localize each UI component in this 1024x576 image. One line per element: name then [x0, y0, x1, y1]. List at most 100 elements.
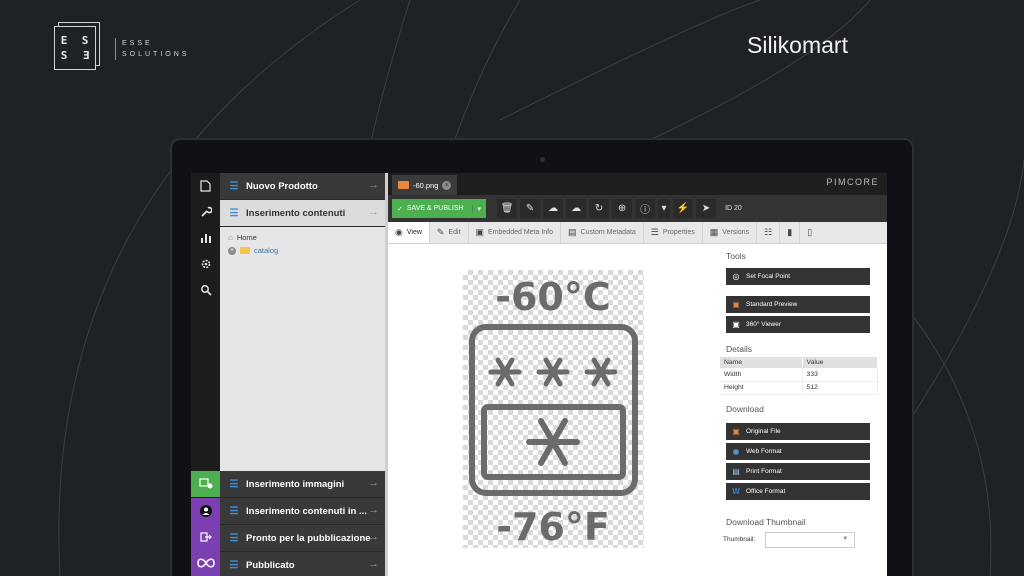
- tab-label: Custom Metadata: [580, 229, 636, 236]
- image-preview[interactable]: -60°C -76°F: [463, 270, 644, 549]
- user-icon[interactable]: [191, 498, 220, 524]
- company-logo: E S S E: [54, 22, 100, 70]
- tools-heading: Tools: [726, 251, 746, 261]
- button-label: Original File: [746, 427, 781, 435]
- arrow-right-icon: →: [368, 558, 379, 570]
- button-label: Web Format: [746, 447, 782, 455]
- tab-label: Properties: [662, 229, 695, 236]
- close-icon[interactable]: ×: [442, 180, 452, 190]
- expand-icon[interactable]: +: [228, 246, 236, 255]
- nav-pronto-per-la-pubblicazione[interactable]: ☰ Pronto per la pubblicazione →: [220, 525, 385, 552]
- tab-view[interactable]: ◉ View: [388, 222, 430, 243]
- logout-icon[interactable]: [191, 524, 220, 550]
- tab-properties[interactable]: ☰ Properties: [644, 222, 703, 243]
- locate-icon[interactable]: ⊕: [612, 199, 633, 218]
- arrow-right-icon: →: [368, 179, 379, 191]
- image-text-bottom: -76°F: [496, 505, 610, 548]
- arrow-right-icon: →: [368, 504, 379, 516]
- gear-icon[interactable]: [191, 251, 220, 277]
- app-screen: ☰ Nuovo Prodotto → ☰ Inserimento contenu…: [191, 173, 887, 576]
- hierarchy-icon: ☰: [229, 478, 239, 490]
- tab-more[interactable]: ▯: [800, 222, 819, 243]
- search-icon[interactable]: [191, 277, 220, 303]
- column-header-name[interactable]: Name: [720, 357, 803, 368]
- image-text-top: -60°C: [495, 275, 611, 319]
- tab-custom-metadata[interactable]: ▤ Custom Metadata: [561, 222, 644, 243]
- nav-inserimento-immagini[interactable]: ☰ Inserimento immagini →: [220, 471, 385, 498]
- share-icon[interactable]: ➤: [696, 199, 717, 218]
- reload-icon[interactable]: ↻: [589, 199, 610, 218]
- chevron-down-icon[interactable]: ▾: [658, 199, 671, 218]
- set-focal-point-button[interactable]: ◎ Set Focal Point: [726, 268, 870, 285]
- company-name: ESSE SOLUTIONS: [122, 38, 189, 60]
- file-icon[interactable]: [191, 173, 220, 199]
- pencil-icon[interactable]: ✎: [520, 199, 541, 218]
- nav-nuovo-prodotto[interactable]: ☰ Nuovo Prodotto →: [220, 173, 385, 200]
- wrench-icon[interactable]: [191, 199, 220, 225]
- asset-side-panel: Tools ◎ Set Focal Point ▣ Standard Previ…: [718, 244, 879, 576]
- hierarchy-icon: ☰: [229, 180, 239, 192]
- workflow-navs: ☰ Inserimento immagini → ☰ Inserimento c…: [220, 471, 385, 576]
- arrow-right-icon: →: [368, 477, 379, 489]
- 360-viewer-button[interactable]: ▣ 360° Viewer: [726, 316, 870, 333]
- tree-node-catalog[interactable]: + catalog: [228, 244, 385, 257]
- sliders-icon: ☰: [650, 227, 659, 237]
- tab-notes[interactable]: ▮: [780, 222, 801, 243]
- metadata-icon: ▤: [568, 227, 577, 237]
- editor-toolbar: ✓ SAVE & PUBLISH ▾ 🗑 ✎ ☁ ☁ ↻ ⊕ ⓘ ▾ ⚡ ➤ I…: [388, 195, 887, 222]
- folder-icon: [240, 247, 250, 254]
- detail-name: Width: [720, 368, 803, 382]
- printer-icon: ▤: [732, 466, 740, 476]
- pimcore-logo: PIMCORE: [826, 177, 879, 187]
- web-format-button[interactable]: ◉ Web Format: [726, 442, 870, 460]
- logo-letter: E: [81, 49, 90, 62]
- temperature-image: -60°C -76°F: [469, 275, 638, 549]
- tab-versions[interactable]: ▦ Versions: [703, 222, 758, 243]
- chart-icon[interactable]: [191, 225, 220, 251]
- standard-preview-button[interactable]: ▣ Standard Preview: [726, 296, 870, 313]
- tab-label: Embedded Meta Info: [488, 229, 554, 236]
- home-icon: ⌂: [228, 233, 233, 242]
- button-label: Set Focal Point: [746, 273, 791, 280]
- word-icon: W: [732, 486, 740, 496]
- tab-schedule[interactable]: ☷: [757, 222, 781, 243]
- check-icon: ✓: [397, 205, 403, 213]
- camera-icon: ▣: [475, 227, 485, 237]
- calendar-icon: ☷: [764, 227, 773, 237]
- info-icon[interactable]: ⓘ: [635, 199, 656, 218]
- save-publish-button[interactable]: ✓ SAVE & PUBLISH ▾: [392, 199, 487, 218]
- button-label: Office Format: [746, 487, 786, 495]
- document-tab[interactable]: -60.png ×: [392, 175, 458, 195]
- delete-icon[interactable]: 🗑: [497, 199, 518, 218]
- tree-node-label: Home: [236, 233, 257, 242]
- print-format-button[interactable]: ▤ Print Format: [726, 462, 870, 480]
- chevron-down-icon[interactable]: ▾: [471, 204, 481, 213]
- nav-label: Inserimento contenuti in ...: [246, 505, 367, 517]
- download-thumbnail-heading: Download Thumbnail: [726, 516, 806, 527]
- download-cloud-icon[interactable]: ☁: [566, 199, 587, 218]
- tab-embedded-meta-info[interactable]: ▣ Embedded Meta Info: [469, 222, 562, 243]
- thumbnail-select[interactable]: ▼: [765, 531, 856, 548]
- original-file-button[interactable]: ▣ Original File: [726, 422, 870, 440]
- tree-node-home[interactable]: ⌂ Home: [228, 231, 385, 244]
- nav-inserimento-contenuti-in[interactable]: ☰ Inserimento contenuti in ... →: [220, 498, 385, 525]
- tab-label: Versions: [722, 229, 750, 236]
- button-label: Print Format: [746, 467, 782, 475]
- nav-inserimento-contenuti[interactable]: ☰ Inserimento contenuti →: [220, 200, 385, 227]
- chat-icon[interactable]: [191, 471, 220, 497]
- bookmark-icon: ▮: [787, 227, 793, 237]
- infinity-icon[interactable]: [191, 550, 220, 576]
- hierarchy-icon: ☰: [229, 559, 239, 571]
- upload-cloud-icon[interactable]: ☁: [543, 199, 564, 218]
- image-icon: ▣: [732, 300, 740, 309]
- button-label: 360° Viewer: [746, 321, 782, 328]
- nav-pubblicato[interactable]: ☰ Pubblicato →: [220, 552, 385, 576]
- column-header-value[interactable]: Value: [802, 357, 879, 368]
- tab-edit[interactable]: ✎ Edit: [430, 222, 469, 243]
- tree-nodes: ⌂ Home + catalog: [220, 227, 385, 257]
- thumbnail-label: Thumbnail:: [723, 536, 756, 543]
- nav-label: Nuovo Prodotto: [246, 180, 318, 192]
- bolt-icon[interactable]: ⚡: [673, 199, 694, 218]
- logo-divider: [115, 38, 116, 60]
- office-format-button[interactable]: W Office Format: [726, 482, 870, 500]
